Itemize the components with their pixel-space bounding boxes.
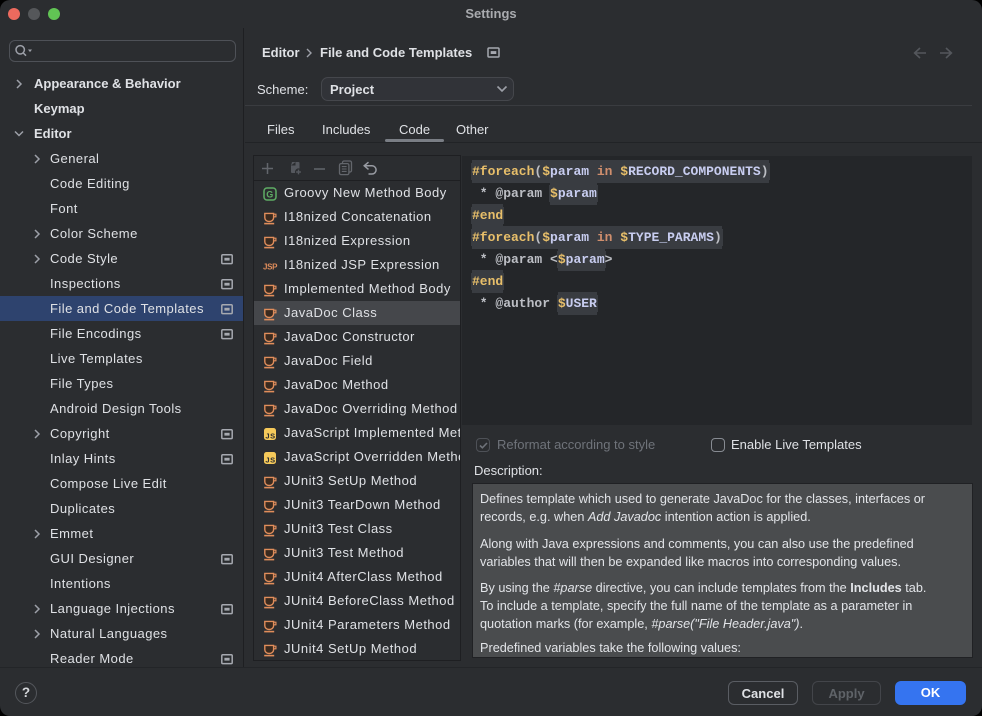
svg-text:JS: JS <box>265 432 275 441</box>
svg-text:JSP: JSP <box>263 263 278 272</box>
svg-text:G: G <box>266 189 274 199</box>
svg-text:JS: JS <box>265 456 275 465</box>
